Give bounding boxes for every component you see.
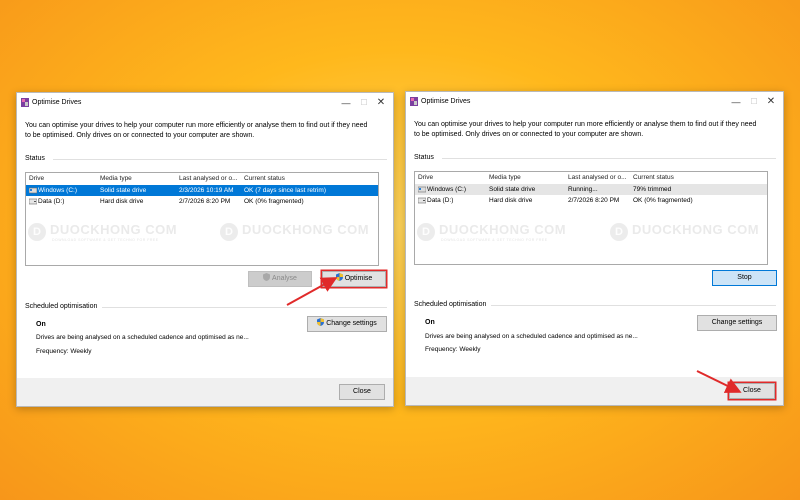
annotation-arrows [286,277,742,393]
arrow-to-close [696,370,742,393]
arrow-to-optimise [286,277,338,306]
